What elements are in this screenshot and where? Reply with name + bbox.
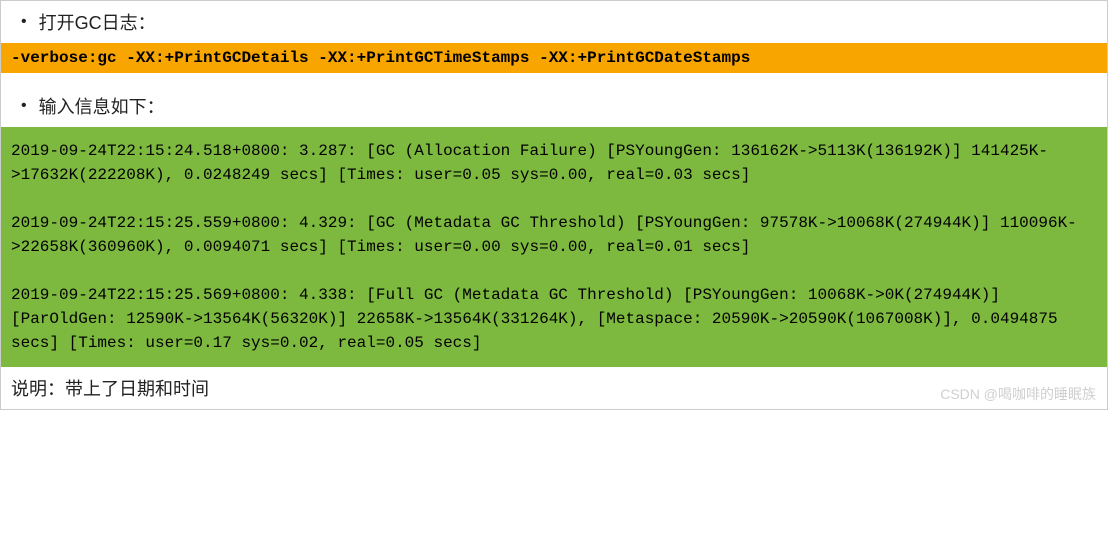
document-container: • 打开GC日志： -verbose:gc -XX:+PrintGCDetail… [0, 0, 1108, 410]
section1-title: 打开GC日志： [39, 9, 156, 35]
section2-header: • 输入信息如下： [1, 85, 1107, 127]
section2-title: 输入信息如下： [39, 93, 165, 119]
bullet-icon: • [21, 13, 27, 31]
bullet-icon: • [21, 97, 27, 115]
code-block-gc-flags: -verbose:gc -XX:+PrintGCDetails -XX:+Pri… [1, 43, 1107, 73]
code-block-gc-output: 2019-09-24T22:15:24.518+0800: 3.287: [GC… [1, 127, 1107, 367]
watermark: CSDN @喝咖啡的睡眠族 [940, 384, 1096, 404]
spacer [1, 73, 1107, 85]
section1-header: • 打开GC日志： [1, 1, 1107, 43]
